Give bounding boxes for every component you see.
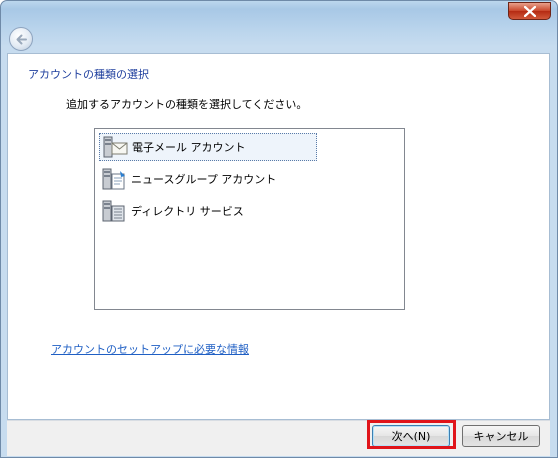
back-button[interactable] [9,27,33,51]
instruction-text: 追加するアカウントの種類を選択してください。 [66,98,308,111]
back-arrow-icon [16,34,27,45]
newsgroup-account-icon [101,166,127,192]
list-item-newsgroup-account[interactable]: ニュースグループ アカウント [99,165,317,193]
cancel-button[interactable]: キャンセル [462,425,540,447]
next-button-highlight [367,420,456,449]
list-item-label: ニュースグループ アカウント [131,173,277,186]
setup-info-link[interactable]: アカウントのセットアップに必要な情報 [51,341,249,357]
list-item-label: ディレクトリ サービス [131,205,244,218]
close-button[interactable] [508,2,551,20]
account-type-list[interactable]: 電子メール アカウント ニュースグループ アカウント ディレクトリ サービス [94,128,405,310]
close-icon [524,6,536,17]
list-item-email-account[interactable]: 電子メール アカウント [99,133,317,161]
list-item-label: 電子メール アカウント [132,141,246,154]
directory-service-icon [101,198,127,224]
list-item-directory-service[interactable]: ディレクトリ サービス [99,197,317,225]
email-account-icon [102,134,128,160]
page-title: アカウントの種類の選択 [28,68,149,81]
